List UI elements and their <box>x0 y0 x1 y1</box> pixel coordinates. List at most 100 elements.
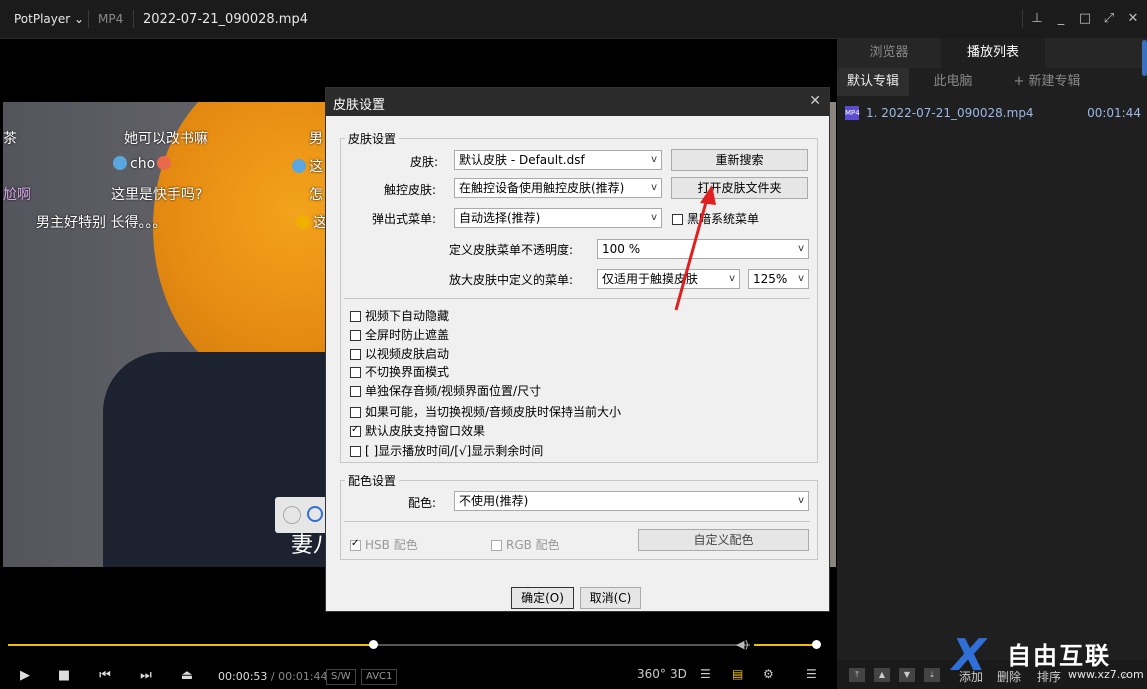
divider <box>88 10 89 28</box>
codec-badge: AVC1 <box>361 669 398 685</box>
danmu-text: 她可以改书嘛 <box>124 131 208 147</box>
chevron-down-icon: v <box>651 182 657 193</box>
option-save-position-checkbox[interactable]: 单独保存音频/视频界面位置/尺寸 <box>350 382 541 399</box>
move-down-icon[interactable]: ▼ <box>899 668 915 682</box>
divider <box>344 521 810 522</box>
checkbox-box <box>350 386 361 397</box>
option-window-effect-checkbox[interactable]: 默认皮肤支持窗口效果 <box>350 422 485 439</box>
close-icon[interactable]: ✕ <box>1124 10 1142 28</box>
maximize-icon[interactable]: □ <box>1076 10 1094 28</box>
arrow-shaft <box>674 194 710 311</box>
custom-color-button[interactable]: 自定义配色 <box>638 529 809 551</box>
fullscreen-icon[interactable]: ⤢ <box>1100 10 1118 28</box>
popup-menu-select[interactable]: 自动选择(推荐) v <box>454 208 662 228</box>
minimize-icon[interactable]: _ <box>1052 10 1070 28</box>
vr-360-icon[interactable]: 360° <box>637 667 666 681</box>
skin-label: 皮肤: <box>410 155 439 169</box>
group-label: 皮肤设置 <box>345 130 400 147</box>
tab-default-album[interactable]: 默认专辑 <box>837 68 909 96</box>
file-title: 2022-07-21_090028.mp4 <box>143 12 308 27</box>
volume-slider[interactable] <box>754 644 816 646</box>
play-icon[interactable]: ▶ <box>10 666 40 686</box>
eject-icon[interactable]: ⏏ <box>172 666 202 686</box>
app-menu-button[interactable]: PotPlayer ⌄ <box>14 12 84 26</box>
checkbox-box <box>350 407 361 418</box>
new-album-button[interactable]: + 新建专辑 <box>997 68 1097 96</box>
option-keep-size-checkbox[interactable]: 如果可能，当切换视频/音频皮肤时保持当前大小 <box>350 403 621 420</box>
tab-this-pc[interactable]: 此电脑 <box>913 68 993 96</box>
checkbox-box <box>350 349 361 360</box>
danmu-text: 男主好特别 长得。。。 <box>36 215 167 231</box>
zoom-menu-label: 放大皮肤中定义的菜单: <box>449 273 574 287</box>
user-badge-icon <box>292 159 306 173</box>
chevron-down-icon: v <box>798 495 804 506</box>
subtitle-icon[interactable]: ▤ <box>732 667 743 681</box>
divider <box>344 298 810 299</box>
touch-skin-label: 触控皮肤: <box>384 183 437 197</box>
option-prevent-cover-checkbox[interactable]: 全屏时防止遮盖 <box>350 326 449 343</box>
play-circle-icon <box>283 506 301 524</box>
scroll-indicator[interactable] <box>1142 40 1147 76</box>
group-label: 配色设置 <box>345 472 400 489</box>
zoom-percent-select[interactable]: 125% v <box>748 269 809 289</box>
menu-icon[interactable]: ☰ <box>806 667 817 681</box>
watermark-x-logo: X <box>952 630 986 681</box>
cancel-button[interactable]: 取消(C) <box>580 587 641 609</box>
sw-badge[interactable]: S/W <box>326 669 356 685</box>
danmu-text: 这 <box>292 156 323 176</box>
volume-icon[interactable]: ◀) <box>736 638 749 651</box>
touch-skin-select[interactable]: 在触控设备使用触控皮肤(推荐) v <box>454 178 662 198</box>
chevron-down-icon: ⌄ <box>74 12 85 26</box>
move-bottom-icon[interactable]: ⤓ <box>924 668 940 682</box>
seek-handle[interactable] <box>369 640 379 649</box>
previous-icon[interactable]: ⏮ <box>90 666 120 686</box>
playlist-item-name: 1. 2022-07-21_090028.mp4 <box>866 106 1034 120</box>
checkbox-box <box>350 330 361 341</box>
option-start-video-skin-checkbox[interactable]: 以视频皮肤启动 <box>350 345 449 362</box>
divider <box>133 10 134 28</box>
tab-browser[interactable]: 浏览器 <box>837 38 941 68</box>
playlist-search-icon[interactable]: ☰ <box>700 667 711 681</box>
3d-icon[interactable]: 3D <box>670 667 687 681</box>
playlist-item-duration: 00:01:44 <box>1087 106 1141 120</box>
color-select[interactable]: 不使用(推荐) v <box>454 491 809 511</box>
move-up-icon[interactable]: ▲ <box>874 668 890 682</box>
annotation-arrow <box>674 185 716 311</box>
watermark-text: 自由互联 <box>1007 642 1111 670</box>
close-icon[interactable]: ✕ <box>809 93 821 109</box>
danmu-text: 茶 <box>3 131 17 147</box>
option-no-switch-mode-checkbox[interactable]: 不切换界面模式 <box>350 363 449 380</box>
playlist-item[interactable]: MP4 1. 2022-07-21_090028.mp4 00:01:44 <box>837 104 1147 122</box>
tab-playlist[interactable]: 播放列表 <box>941 38 1045 68</box>
danmu-text: 男 <box>309 131 323 147</box>
chevron-down-icon: v <box>798 273 804 284</box>
volume-handle[interactable] <box>812 640 821 649</box>
checkbox-box <box>491 540 502 551</box>
user-badge-icon <box>113 156 127 170</box>
gear-icon[interactable]: ⚙ <box>763 667 774 681</box>
title-bar: PotPlayer ⌄ MP4 2022-07-21_090028.mp4 ⊥ … <box>0 0 1147 39</box>
chevron-down-icon: v <box>651 154 657 165</box>
rgb-color-checkbox[interactable]: RGB 配色 <box>491 536 560 553</box>
ok-button[interactable]: 确定(O) <box>511 587 574 609</box>
stop-icon[interactable]: ■ <box>49 666 79 686</box>
seek-bar[interactable] <box>8 640 750 649</box>
emoji-icon <box>157 156 172 170</box>
danmu-text: 这里是快手吗? <box>111 187 203 203</box>
hsb-color-checkbox[interactable]: HSB 配色 <box>350 536 418 553</box>
next-icon[interactable]: ⏭ <box>131 666 161 686</box>
option-time-display-checkbox[interactable]: [ ]显示播放时间/[√]显示剩余时间 <box>350 442 543 459</box>
skin-select[interactable]: 默认皮肤 - Default.dsf v <box>454 150 662 170</box>
pin-icon[interactable]: ⊥ <box>1028 10 1046 28</box>
checkbox-box <box>350 446 361 457</box>
chevron-down-icon: v <box>651 212 657 223</box>
watermark: X 自由互联 www.xz7.com <box>952 630 1144 686</box>
checkbox-box <box>350 367 361 378</box>
move-top-icon[interactable]: ⤒ <box>849 668 865 682</box>
chevron-down-icon: v <box>729 273 735 284</box>
dialog-title-bar: 皮肤设置 ✕ <box>326 88 829 116</box>
tab-empty <box>1045 38 1147 68</box>
divider <box>1022 10 1023 28</box>
option-auto-hide-checkbox[interactable]: 视频下自动隐藏 <box>350 307 449 324</box>
research-button[interactable]: 重新搜索 <box>671 149 808 171</box>
